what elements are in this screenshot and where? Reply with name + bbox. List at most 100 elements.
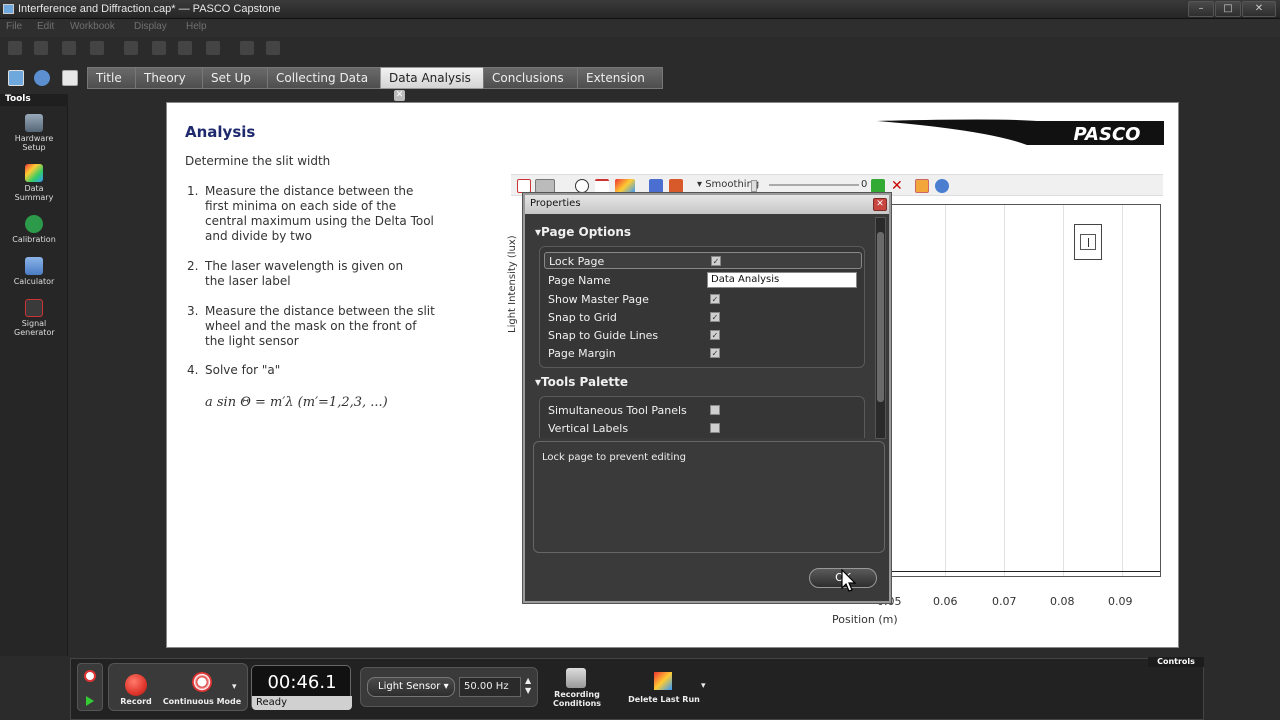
data-triangle-icon[interactable] bbox=[615, 179, 635, 193]
delete-last-run-icon[interactable] bbox=[654, 672, 672, 690]
page-name-input[interactable]: Data Analysis bbox=[707, 272, 857, 288]
simultaneous-tool-panels-checkbox[interactable] bbox=[710, 405, 720, 415]
menu-edit[interactable]: Edit bbox=[37, 21, 54, 32]
tools-palette-header[interactable]: ▾Tools Palette bbox=[535, 375, 628, 389]
sample-rate-field[interactable]: 50.00 Hz bbox=[459, 677, 521, 697]
pasco-logo: PASCO bbox=[877, 119, 1164, 145]
recording-conditions-icon[interactable] bbox=[566, 668, 586, 688]
graph-properties-gear-icon[interactable] bbox=[935, 179, 949, 193]
step-1: 1. Measure the distance between the firs… bbox=[187, 184, 437, 244]
x-axis-label[interactable]: Position (m) bbox=[832, 613, 898, 626]
tool-data-summary[interactable]: Data Summary bbox=[0, 164, 68, 202]
record-mode-icon[interactable] bbox=[84, 670, 96, 682]
graph-plot-area[interactable] bbox=[889, 204, 1161, 577]
sensor-select[interactable]: Light Sensor ▾ bbox=[367, 677, 455, 697]
print-icon[interactable] bbox=[90, 41, 104, 55]
minimize-button[interactable]: – bbox=[1188, 1, 1214, 17]
sample-rate-stepper[interactable]: ▲ ▼ bbox=[525, 676, 531, 696]
tab-collecting-data-label: Collecting Data bbox=[276, 71, 369, 85]
data-select-icon[interactable] bbox=[535, 179, 555, 193]
step-number: 4. bbox=[187, 363, 199, 377]
lock-page-checkbox[interactable]: ✓ bbox=[711, 256, 721, 266]
tool-calibration-label: Calibration bbox=[12, 235, 56, 244]
smoothing-value: 0 bbox=[861, 179, 868, 190]
tool-hardware-setup-label: Hardware Setup bbox=[14, 134, 54, 152]
prop-snap-to-guide-lines[interactable]: Snap to Guide Lines ✓ bbox=[544, 327, 862, 344]
open-folder-icon[interactable] bbox=[34, 41, 48, 55]
play-icon[interactable] bbox=[86, 696, 94, 706]
tool-calculator-label: Calculator bbox=[13, 277, 55, 286]
step-number: 1. bbox=[187, 184, 199, 198]
prop-snap-to-grid[interactable]: Snap to Grid ✓ bbox=[544, 309, 862, 326]
paste-icon[interactable] bbox=[178, 41, 192, 55]
prop-simultaneous-tool-panels[interactable]: Simultaneous Tool Panels bbox=[544, 402, 862, 419]
prop-label: Show Master Page bbox=[548, 293, 649, 306]
prop-show-master-page[interactable]: Show Master Page ✓ bbox=[544, 291, 862, 308]
smoothing-slider[interactable] bbox=[769, 184, 859, 186]
snap-to-guide-lines-checkbox[interactable]: ✓ bbox=[710, 330, 720, 340]
x-axis-line bbox=[890, 571, 1160, 572]
dialog-close-button[interactable]: ✕ bbox=[873, 198, 887, 211]
delete-run-dropdown-icon[interactable]: ▾ bbox=[701, 681, 706, 691]
sigma-icon[interactable] bbox=[669, 179, 683, 193]
tab-title[interactable]: Title bbox=[87, 67, 138, 89]
page-view-icon[interactable] bbox=[8, 70, 24, 86]
area-tool-icon[interactable] bbox=[649, 179, 663, 193]
step-4: 4. Solve for "a" bbox=[187, 363, 437, 379]
annotation-pin-icon[interactable] bbox=[915, 179, 929, 193]
tab-data-analysis[interactable]: Data Analysis ✕ bbox=[380, 67, 486, 101]
tab-conclusions[interactable]: Conclusions bbox=[483, 67, 579, 89]
cut-icon[interactable] bbox=[124, 41, 138, 55]
save-icon[interactable] bbox=[62, 41, 76, 55]
remove-plot-icon[interactable]: ✕ bbox=[891, 179, 905, 193]
menu-display[interactable]: Display bbox=[134, 21, 167, 32]
prop-page-margin[interactable]: Page Margin ✓ bbox=[544, 345, 862, 362]
calibration-icon bbox=[25, 215, 43, 233]
menu-bar: File Edit Workbook Display Help bbox=[0, 19, 1280, 37]
maximize-button[interactable]: □ bbox=[1215, 1, 1241, 17]
delete-icon[interactable] bbox=[206, 41, 220, 55]
snap-to-grid-checkbox[interactable]: ✓ bbox=[710, 312, 720, 322]
prop-vertical-labels[interactable]: Vertical Labels bbox=[544, 420, 862, 437]
menu-workbook[interactable]: Workbook bbox=[70, 21, 115, 32]
tool-hardware-setup[interactable]: Hardware Setup bbox=[0, 114, 68, 152]
smoothing-slider-handle[interactable] bbox=[751, 180, 757, 192]
copy-icon[interactable] bbox=[152, 41, 166, 55]
scrollbar-thumb[interactable] bbox=[877, 232, 884, 402]
undo-icon[interactable] bbox=[240, 41, 254, 55]
crosshair-icon[interactable] bbox=[575, 179, 589, 193]
coordinates-tool-box[interactable] bbox=[1074, 224, 1102, 260]
step-number: 3. bbox=[187, 304, 199, 318]
page-margin-checkbox[interactable]: ✓ bbox=[710, 348, 720, 358]
tab-extension[interactable]: Extension bbox=[577, 67, 663, 89]
record-button[interactable] bbox=[125, 674, 147, 696]
menu-file[interactable]: File bbox=[6, 21, 22, 32]
tool-calculator[interactable]: Calculator bbox=[0, 257, 68, 286]
add-plot-icon[interactable] bbox=[871, 179, 885, 193]
redo-icon[interactable] bbox=[266, 41, 280, 55]
tool-signal-generator[interactable]: Signal Generator bbox=[0, 299, 68, 337]
page-document-icon[interactable] bbox=[62, 70, 78, 86]
y-axis-label[interactable]: Light Intensity (lux) bbox=[507, 235, 518, 333]
new-file-icon[interactable] bbox=[8, 41, 22, 55]
tab-theory[interactable]: Theory bbox=[135, 67, 205, 89]
page-settings-gear-icon[interactable] bbox=[34, 70, 50, 86]
dialog-scrollbar[interactable] bbox=[875, 217, 886, 439]
close-window-button[interactable]: ✕ bbox=[1242, 1, 1276, 17]
prop-lock-page[interactable]: Lock Page ✓ bbox=[544, 252, 862, 269]
close-tab-icon[interactable]: ✕ bbox=[394, 90, 405, 101]
continuous-mode-icon[interactable] bbox=[192, 672, 212, 692]
gridline bbox=[945, 205, 946, 576]
tab-collecting-data[interactable]: Collecting Data bbox=[267, 67, 383, 89]
vertical-labels-checkbox[interactable] bbox=[710, 423, 720, 433]
step-3: 3. Measure the distance between the slit… bbox=[187, 304, 437, 349]
properties-dialog: Properties ✕ ▾Page Options Lock Page ✓ P… bbox=[523, 193, 891, 603]
menu-help[interactable]: Help bbox=[186, 21, 207, 32]
show-master-page-checkbox[interactable]: ✓ bbox=[710, 294, 720, 304]
tool-calibration[interactable]: Calibration bbox=[0, 215, 68, 244]
tab-set-up[interactable]: Set Up bbox=[202, 67, 270, 89]
curve-fit-icon[interactable] bbox=[595, 179, 609, 193]
scale-to-fit-icon[interactable] bbox=[517, 179, 531, 193]
mode-dropdown-icon[interactable]: ▾ bbox=[232, 682, 237, 692]
page-options-header[interactable]: ▾Page Options bbox=[535, 225, 631, 239]
